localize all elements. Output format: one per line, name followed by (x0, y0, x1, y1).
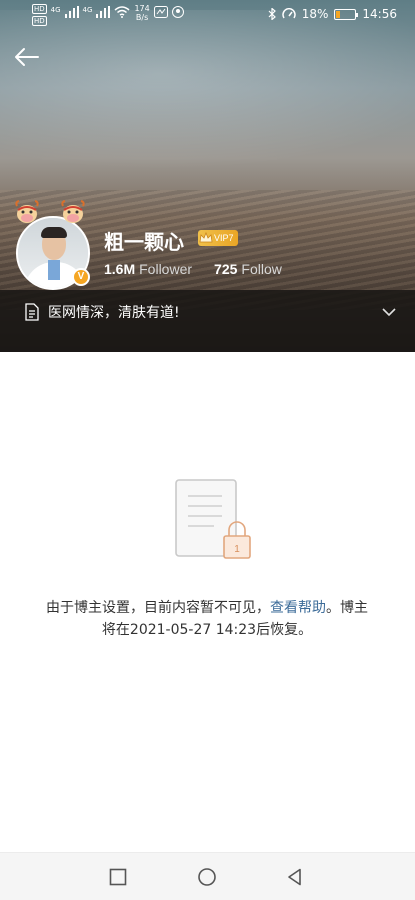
document-icon (25, 303, 39, 321)
signal-icon-2 (96, 6, 111, 18)
ox-decoration-icon (15, 200, 39, 223)
speed-value: 174 (134, 4, 150, 13)
vip-badge[interactable]: VIP7 (198, 230, 238, 246)
arrow-left-icon[interactable] (12, 42, 42, 72)
network-type-2: 4G (82, 6, 93, 14)
lock-number: 1 (234, 544, 240, 555)
crown-icon (199, 231, 213, 243)
status-left: HD HD 4G 4G 174 B/s (32, 4, 184, 26)
message-text-before: 由于博主设置，目前内容暂不可见， (46, 600, 270, 616)
hd-badge-2: HD (32, 16, 47, 26)
location-notification-icon (171, 6, 184, 18)
bio-text: 医网情深，清肤有道! (48, 305, 180, 321)
avatar-hair (41, 227, 67, 238)
verified-badge: V (72, 268, 90, 286)
speedometer-icon (282, 8, 296, 19)
chevron-down-icon[interactable] (381, 304, 397, 320)
ox-decoration-icon-2 (61, 200, 85, 223)
hd-indicators: HD HD (32, 4, 47, 26)
username: 粗一颗心 (104, 230, 184, 254)
content-hidden-message: 由于博主设置，目前内容暂不可见，查看帮助。博主将在2021-05-27 14:2… (42, 597, 372, 641)
battery-percent: 18% (301, 7, 329, 21)
system-nav-bar (0, 852, 415, 900)
profile-header (0, 0, 415, 352)
network-speed: 174 B/s (134, 4, 149, 22)
followers-label: Follower (139, 261, 193, 277)
followers-stat[interactable]: 1.6M Follower (104, 261, 192, 277)
speed-unit: B/s (135, 13, 149, 22)
avatar-shirt (48, 260, 60, 280)
following-count: 725 (214, 261, 238, 277)
battery-icon (334, 8, 359, 20)
status-right: 18% 14:56 (268, 7, 397, 21)
triangle-back-icon[interactable] (285, 867, 305, 887)
circle-icon[interactable] (197, 867, 217, 887)
view-help-link[interactable]: 查看帮助 (270, 600, 326, 616)
vip-label: VIP7 (214, 233, 234, 243)
following-stat[interactable]: 725 Follow (214, 261, 282, 277)
following-label: Follow (241, 261, 282, 277)
hd-badge-1: HD (32, 4, 47, 14)
wifi-icon (114, 6, 130, 18)
header-glow (0, 10, 415, 170)
square-icon[interactable] (108, 867, 128, 887)
locked-document-icon: 1 (175, 479, 251, 559)
signal-icon (64, 6, 79, 18)
app-notification-icon (153, 6, 168, 18)
bluetooth-icon (268, 8, 276, 20)
network-type-1: 4G (50, 6, 61, 14)
clock: 14:56 (362, 7, 397, 21)
profile-stats: 1.6M Follower 725 Follow (104, 261, 282, 277)
avatar-container[interactable]: V (14, 200, 94, 290)
followers-count: 1.6M (104, 261, 136, 277)
bio-row: 医网情深，清肤有道! (24, 302, 180, 322)
status-bar: HD HD 4G 4G 174 B/s 18% 14:56 (0, 0, 415, 30)
